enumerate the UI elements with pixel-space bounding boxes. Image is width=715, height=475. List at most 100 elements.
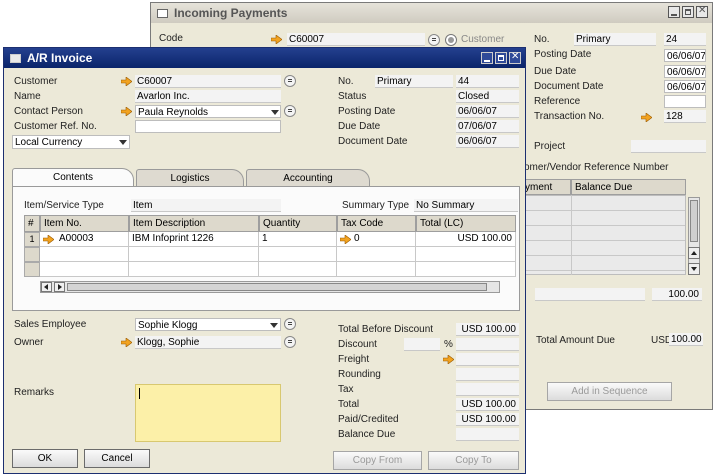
col-row-number[interactable]: # xyxy=(24,215,40,232)
owner-label: Owner xyxy=(14,337,44,348)
customer-ref-field[interactable] xyxy=(135,120,281,133)
customer-radio[interactable] xyxy=(445,34,457,46)
inv-due-date[interactable]: 07/06/07 xyxy=(456,120,519,133)
minimize-icon[interactable] xyxy=(668,6,680,18)
link-arrow-icon[interactable] xyxy=(271,35,282,44)
col-tax-code[interactable]: Tax Code xyxy=(337,215,416,232)
row1-tax-code-text: 0 xyxy=(354,233,360,244)
remarks-textarea[interactable] xyxy=(135,384,281,442)
row1-description[interactable]: IBM Infoprint 1226 xyxy=(129,232,259,247)
sales-employee-dropdown[interactable]: Sophie Klogg xyxy=(135,318,281,331)
ok-button[interactable]: OK xyxy=(12,449,78,468)
currency-dropdown[interactable]: Local Currency xyxy=(12,135,130,149)
name-field[interactable]: Avarlon Inc. xyxy=(135,90,281,103)
close-icon[interactable]: ✕ xyxy=(696,5,708,18)
tab-contents[interactable]: Contents xyxy=(12,168,134,187)
discount-percent-field[interactable] xyxy=(404,338,440,351)
inc-project-label: Project xyxy=(534,141,566,152)
row-number[interactable] xyxy=(24,247,40,262)
rounding-label: Rounding xyxy=(338,369,381,380)
inc-col-balance-due[interactable]: Balance Due xyxy=(571,179,686,195)
summary-type-field[interactable]: No Summary xyxy=(414,199,518,212)
copy-to-button[interactable]: Copy To xyxy=(428,451,519,470)
customer-code-field[interactable]: C60007 xyxy=(135,75,281,88)
inc-no-value[interactable]: 24 xyxy=(664,33,706,46)
empty-row[interactable] xyxy=(40,247,516,262)
chevron-down-icon[interactable] xyxy=(271,110,279,115)
scroll-up-icon[interactable] xyxy=(688,247,700,259)
inc-transaction-no[interactable]: 128 xyxy=(664,110,706,123)
status-field: Closed xyxy=(456,90,519,103)
item-link-arrow-icon[interactable] xyxy=(43,235,54,244)
row-number[interactable]: 1 xyxy=(24,232,40,247)
owner-choose-icon[interactable] xyxy=(284,336,296,348)
col-item-no[interactable]: Item No. xyxy=(40,215,129,232)
add-in-sequence-button[interactable]: Add in Sequence xyxy=(547,382,672,401)
contact-link-arrow-icon[interactable] xyxy=(121,107,132,116)
inc-side-field-1[interactable] xyxy=(535,288,645,301)
maximize-icon[interactable] xyxy=(495,52,507,64)
contact-person-dropdown[interactable]: Paula Reynolds xyxy=(135,105,281,118)
inv-document-date[interactable]: 06/06/07 xyxy=(456,135,519,148)
horizontal-scrollbar[interactable] xyxy=(40,281,500,293)
inc-project-field[interactable] xyxy=(631,140,706,153)
row1-item-no[interactable]: A00003 xyxy=(40,232,129,247)
chevron-down-icon[interactable] xyxy=(119,140,127,145)
name-label: Name xyxy=(14,91,41,102)
freight-link-arrow-icon[interactable] xyxy=(443,355,454,364)
copy-from-button[interactable]: Copy From xyxy=(333,451,422,470)
scroll-left-icon[interactable] xyxy=(41,282,52,292)
col-item-description[interactable]: Item Description xyxy=(129,215,259,232)
inc-grid-body[interactable] xyxy=(521,195,686,275)
cancel-button[interactable]: Cancel xyxy=(84,449,150,468)
choose-list-icon[interactable] xyxy=(428,34,440,46)
inc-document-date[interactable]: 06/06/07 xyxy=(664,80,706,93)
row1-quantity[interactable]: 1 xyxy=(259,232,337,247)
inv-no-series[interactable]: Primary xyxy=(375,75,453,88)
inc-total-amount-due: 100.00 xyxy=(669,333,703,346)
incoming-code-field[interactable]: C60007 xyxy=(287,33,425,46)
owner-field[interactable]: Klogg, Sophie xyxy=(135,336,281,349)
customer-choose-icon[interactable] xyxy=(284,75,296,87)
inc-due-date[interactable]: 06/06/07 xyxy=(664,65,706,78)
empty-row[interactable] xyxy=(40,262,516,277)
inv-no-value[interactable]: 44 xyxy=(456,75,519,88)
close-icon[interactable]: ✕ xyxy=(509,51,521,64)
window-icon xyxy=(157,8,168,18)
inc-due-date-label: Due Date xyxy=(534,66,577,77)
maximize-icon[interactable] xyxy=(682,6,694,18)
scroll-right-icon[interactable] xyxy=(54,282,65,292)
item-service-type-field[interactable]: Item xyxy=(131,199,281,212)
chevron-down-icon[interactable] xyxy=(270,323,278,328)
col-quantity[interactable]: Quantity xyxy=(259,215,337,232)
inc-reference-field[interactable] xyxy=(664,95,706,108)
scroll-down-icon[interactable] xyxy=(688,263,700,275)
total-field: USD 100.00 xyxy=(456,398,519,411)
tab-accounting[interactable]: Accounting xyxy=(246,169,370,187)
rounding-field xyxy=(456,368,519,381)
freight-field[interactable] xyxy=(456,353,519,366)
incoming-payments-titlebar[interactable]: Incoming Payments xyxy=(151,3,712,23)
row1-total[interactable]: USD 100.00 xyxy=(416,232,516,247)
balance-due-field xyxy=(456,428,519,441)
minimize-icon[interactable] xyxy=(481,52,493,64)
inc-no-series[interactable]: Primary xyxy=(574,33,656,46)
owner-link-arrow-icon[interactable] xyxy=(121,338,132,347)
transaction-arrow-icon[interactable] xyxy=(641,113,652,122)
row1-tax-code[interactable]: 0 xyxy=(337,232,416,247)
inc-side-total[interactable]: 100.00 xyxy=(652,288,702,301)
tax-link-arrow-icon[interactable] xyxy=(340,235,351,244)
customer-link-arrow-icon[interactable] xyxy=(121,77,132,86)
tab-logistics[interactable]: Logistics xyxy=(136,169,244,187)
col-total-lc[interactable]: Total (LC) xyxy=(416,215,516,232)
ar-invoice-titlebar[interactable]: A/R Invoice xyxy=(4,48,525,68)
inc-posting-date[interactable]: 06/06/07 xyxy=(664,49,706,62)
inv-posting-date[interactable]: 06/06/07 xyxy=(456,105,519,118)
row-number[interactable] xyxy=(24,262,40,277)
inv-document-date-label: Document Date xyxy=(338,136,408,147)
sales-employee-choose-icon[interactable] xyxy=(284,318,296,330)
discount-amount-field[interactable] xyxy=(456,338,519,351)
inc-col-payment[interactable]: yment xyxy=(521,179,571,195)
status-label: Status xyxy=(338,91,367,102)
contact-choose-icon[interactable] xyxy=(284,105,296,117)
